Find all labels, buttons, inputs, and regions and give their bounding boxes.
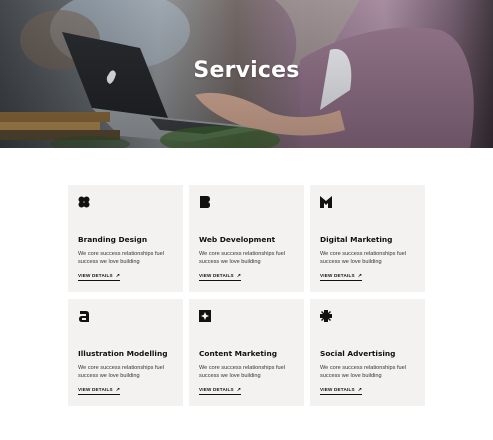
- service-description: We core success relationships fuel succe…: [320, 251, 407, 266]
- view-details-link[interactable]: VIEW DETAILS ↗: [78, 387, 121, 395]
- view-details-link[interactable]: VIEW DETAILS ↗: [320, 273, 363, 281]
- service-description: We core success relationships fuel succe…: [199, 365, 286, 380]
- service-card-illustration-modelling[interactable]: Illustration Modelling We core success r…: [68, 299, 183, 406]
- service-title: Digital Marketing: [320, 235, 393, 244]
- service-card-social-advertising[interactable]: Social Advertising We core success relat…: [310, 299, 425, 406]
- service-card-web-development[interactable]: Web Development We core success relation…: [189, 185, 304, 292]
- service-title: Social Advertising: [320, 349, 396, 358]
- service-title: Branding Design: [78, 235, 148, 244]
- star-square-icon: [199, 310, 211, 322]
- a-shape-icon: [79, 311, 89, 322]
- arrow-up-right-icon: ↗: [357, 273, 363, 279]
- service-title: Illustration Modelling: [78, 349, 168, 358]
- service-card-content-marketing[interactable]: Content Marketing We core success relati…: [189, 299, 304, 406]
- view-details-link[interactable]: VIEW DETAILS ↗: [199, 387, 242, 395]
- arrow-up-right-icon: ↗: [236, 387, 242, 393]
- service-title: Web Development: [199, 235, 276, 244]
- view-details-link[interactable]: VIEW DETAILS ↗: [78, 273, 121, 281]
- hero-banner: Services: [0, 0, 493, 148]
- arrow-up-right-icon: ↗: [236, 273, 242, 279]
- view-details-link[interactable]: VIEW DETAILS ↗: [199, 273, 242, 281]
- clover-icon: [78, 196, 90, 208]
- arrow-up-right-icon: ↗: [357, 387, 363, 393]
- m-shape-icon: [320, 196, 332, 208]
- service-card-branding-design[interactable]: Branding Design We core success relation…: [68, 185, 183, 292]
- page-title: Services: [193, 58, 300, 83]
- service-title: Content Marketing: [199, 349, 278, 358]
- view-details-link[interactable]: VIEW DETAILS ↗: [320, 387, 363, 395]
- b-shape-icon: [200, 196, 210, 208]
- cross-flower-icon: [320, 310, 332, 322]
- service-description: We core success relationships fuel succe…: [199, 251, 286, 266]
- arrow-up-right-icon: ↗: [115, 387, 121, 393]
- service-description: We core success relationships fuel succe…: [78, 251, 165, 266]
- service-description: We core success relationships fuel succe…: [320, 365, 407, 380]
- service-description: We core success relationships fuel succe…: [78, 365, 165, 380]
- arrow-up-right-icon: ↗: [115, 273, 121, 279]
- service-card-digital-marketing[interactable]: Digital Marketing We core success relati…: [310, 185, 425, 292]
